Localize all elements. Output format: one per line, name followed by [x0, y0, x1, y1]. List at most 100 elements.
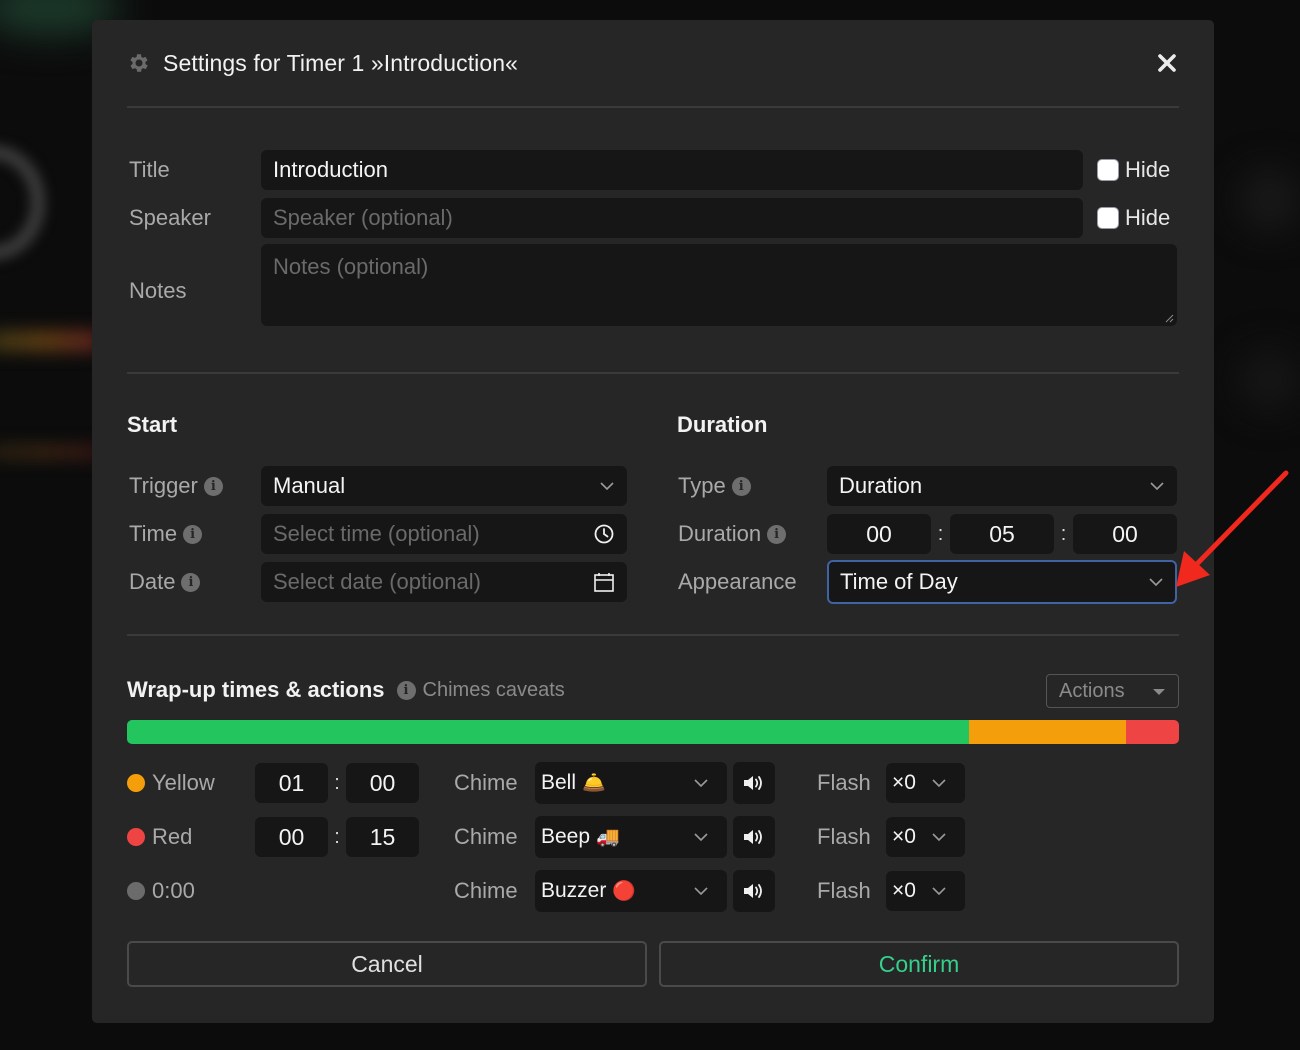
zero-chime-select[interactable]: Buzzer 🔴	[535, 870, 727, 912]
trigger-row: Trigger i Manual	[127, 462, 677, 510]
annotation-arrow-icon	[1176, 470, 1289, 587]
timeline-yellow-segment	[968, 720, 1127, 744]
cancel-button[interactable]: Cancel	[127, 941, 647, 987]
yellow-time-input: 01 : 00	[255, 763, 454, 803]
red-chime-select[interactable]: Beep 🚚	[535, 816, 727, 858]
wrapup-label: Yellow	[127, 770, 255, 796]
duration-label: Duration i	[677, 521, 827, 547]
duration-input-group: 00 : 05 : 00	[827, 514, 1177, 554]
time-input[interactable]: Select time (optional)	[261, 514, 627, 554]
title-input[interactable]: Introduction	[261, 150, 1083, 190]
chime-label: Chime	[454, 824, 518, 849]
red-dot-icon	[127, 828, 145, 846]
duration-hours-input[interactable]: 00	[827, 514, 931, 554]
calendar-icon[interactable]	[593, 571, 615, 593]
trigger-value: Manual	[273, 473, 346, 498]
info-icon[interactable]: i	[183, 524, 203, 544]
time-separator: :	[334, 771, 340, 794]
info-icon[interactable]: i	[181, 572, 201, 592]
truck-icon: 🚚	[596, 827, 620, 848]
info-icon[interactable]: i	[731, 476, 751, 496]
wrapup-header: Wrap-up times & actions i Chimes caveats	[127, 672, 1179, 708]
speaker-icon	[744, 884, 762, 898]
modal-header: Settings for Timer 1 »Introduction«	[127, 20, 1179, 108]
start-column: Start Trigger i Manual Time i Select tim…	[127, 374, 677, 634]
red-time-input: 00 : 15	[255, 817, 454, 857]
time-row: Time i Select time (optional)	[127, 510, 677, 558]
chevron-down-icon	[931, 886, 947, 896]
timeline-green-segment	[127, 720, 969, 744]
flash-value: ×0	[892, 771, 916, 794]
time-placeholder: Select time (optional)	[273, 521, 480, 546]
notes-textarea[interactable]: Notes (optional)	[261, 244, 1177, 326]
yellow-chime-select[interactable]: Bell 🛎️	[535, 762, 727, 804]
duration-minutes-input[interactable]: 05	[950, 514, 1054, 554]
chime-name: Beep	[541, 825, 591, 848]
chevron-down-icon	[931, 832, 947, 842]
chime-name: Bell	[541, 771, 577, 794]
wrapup-timeline-bar	[127, 720, 1179, 744]
info-icon[interactable]: i	[767, 524, 787, 544]
yellow-minutes-input[interactable]: 01	[255, 763, 328, 803]
title-label: Title	[129, 157, 170, 182]
title-hide-toggle[interactable]: Hide	[1097, 157, 1170, 183]
red-seconds-input[interactable]: 15	[346, 817, 419, 857]
wrapup-name: Yellow	[152, 770, 215, 795]
speaker-row: Speaker Speaker (optional) Hide	[127, 194, 1179, 242]
actions-label: Actions	[1059, 679, 1125, 702]
info-icon[interactable]: i	[203, 476, 223, 496]
confirm-button[interactable]: Confirm	[659, 941, 1179, 987]
time-separator: :	[937, 522, 944, 545]
time-separator: :	[334, 825, 340, 848]
notes-label: Notes	[129, 278, 187, 303]
chevron-down-icon	[693, 886, 709, 896]
notes-row: Notes Notes (optional)	[127, 244, 1179, 334]
time-separator: :	[1060, 522, 1067, 545]
time-label-text: Time	[129, 521, 178, 546]
date-input[interactable]: Select date (optional)	[261, 562, 627, 602]
flash-label: Flash	[817, 878, 871, 903]
type-select[interactable]: Duration	[827, 466, 1177, 506]
chimes-caveats-link[interactable]: Chimes caveats	[423, 679, 565, 702]
date-label-text: Date	[129, 569, 176, 594]
speaker-hide-toggle[interactable]: Hide	[1097, 205, 1170, 231]
chime-name: Buzzer	[541, 879, 607, 902]
yellow-seconds-input[interactable]: 00	[346, 763, 419, 803]
wrapup-rows: Yellow 01 : 00 Chime Bell 🛎️ Flash ×0 Re…	[127, 756, 1179, 918]
info-icon[interactable]: i	[396, 680, 416, 700]
type-value: Duration	[839, 473, 923, 498]
resize-handle-icon[interactable]	[1164, 313, 1174, 323]
bell-icon: 🛎️	[582, 773, 606, 794]
red-minutes-input[interactable]: 00	[255, 817, 328, 857]
background-blur-progress-2	[0, 445, 100, 459]
speaker-hide-checkbox[interactable]	[1097, 207, 1119, 229]
flash-value: ×0	[892, 879, 916, 902]
close-icon[interactable]	[1155, 51, 1179, 75]
zero-flash-select[interactable]: ×0	[886, 871, 965, 911]
zero-chime-preview-button[interactable]	[733, 870, 775, 912]
yellow-chime-preview-button[interactable]	[733, 762, 775, 804]
trigger-label: Trigger i	[127, 473, 261, 499]
wrapup-row-zero: 0:00 Chime Buzzer 🔴 Flash ×0	[127, 864, 1179, 918]
chime-label: Chime	[454, 878, 518, 903]
speaker-input[interactable]: Speaker (optional)	[261, 198, 1083, 238]
appearance-select[interactable]: Time of Day	[827, 560, 1177, 604]
wrapup-name: 0:00	[152, 878, 195, 903]
red-chime-preview-button[interactable]	[733, 816, 775, 858]
type-label-text: Type	[678, 473, 726, 498]
background-blur-progress	[0, 330, 100, 352]
background-blur-right	[1240, 170, 1300, 230]
speaker-icon	[744, 776, 762, 790]
wrapup-label: 0:00	[127, 878, 255, 904]
caret-down-icon	[1153, 689, 1165, 695]
red-flash-select[interactable]: ×0	[886, 817, 965, 857]
timeline-red-segment	[1126, 720, 1179, 744]
title-hide-checkbox[interactable]	[1097, 159, 1119, 181]
actions-dropdown-button[interactable]: Actions	[1046, 674, 1179, 708]
duration-label-text: Duration	[678, 521, 762, 546]
chevron-down-icon	[931, 778, 947, 788]
yellow-flash-select[interactable]: ×0	[886, 763, 965, 803]
trigger-select[interactable]: Manual	[261, 466, 627, 506]
chime-value: Buzzer 🔴	[541, 879, 636, 903]
clock-icon[interactable]	[593, 523, 615, 545]
